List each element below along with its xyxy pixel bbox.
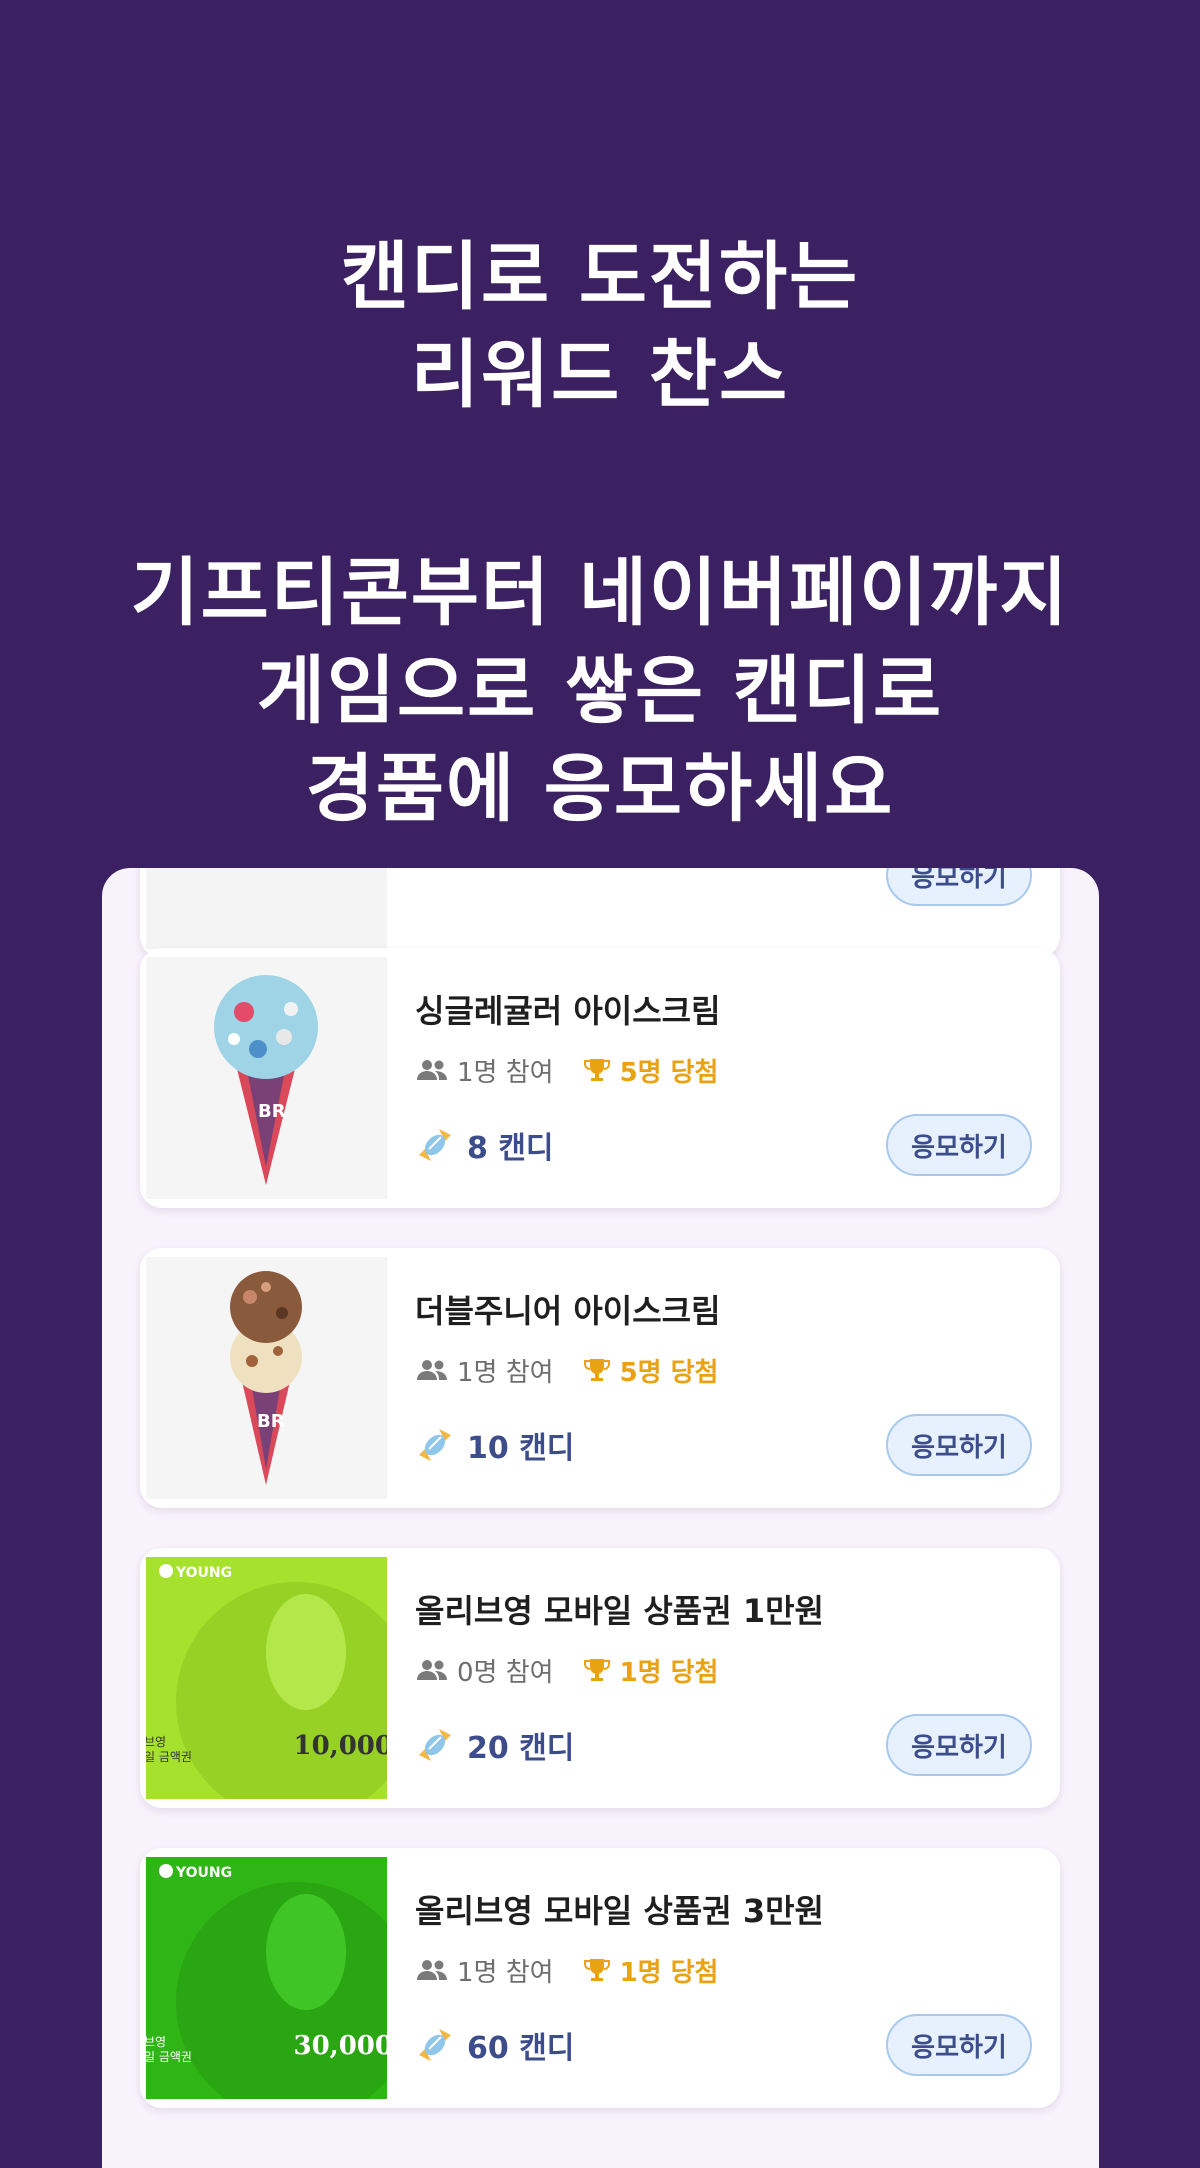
winner-count: 1명 당첨	[619, 1657, 719, 1688]
double-ice-cream-cone-image: BR	[146, 1257, 387, 1499]
prize-card[interactable]: YOUNG 브영 일 금액권 10,000 올리브영 모바일 상품권 1만원 0명…	[140, 1548, 1060, 1808]
gift-card-image: YOUNG 브영 일 금액권 30,000	[146, 1857, 387, 2099]
gift-card-image: YOUNG 브영 일 금액권 10,000	[146, 1557, 387, 1799]
promo-headline: 캔디로 도전하는 리워드 찬스 기프티콘부터 네이버페이까지 게임으로 쌓은 캔…	[0, 228, 1200, 838]
headline-line-1: 캔디로 도전하는	[340, 234, 860, 320]
headline-line-3: 기프티콘부터 네이버페이까지	[130, 550, 1070, 636]
apply-button[interactable]: 응모하기	[886, 1714, 1032, 1776]
trophy-icon	[583, 1659, 610, 1681]
people-icon	[417, 1660, 447, 1680]
prize-cost: 60 캔디	[415, 2025, 575, 2066]
prize-card-peek[interactable]: 응모하기	[140, 868, 1060, 958]
svg-text:BR: BR	[258, 1101, 286, 1122]
participant-count: 1명 참여	[457, 1357, 554, 1388]
trophy-icon	[583, 1059, 610, 1081]
headline-line-2: 리워드 찬스	[410, 332, 790, 418]
candy-cost: 8 캔디	[467, 1131, 554, 1166]
headline-line-4: 게임으로 쌓은 캔디로	[256, 648, 944, 734]
prize-list-panel[interactable]: 응모하기 BR 싱글레귤러 아이스크림 1명 참여 5명 당첨 8 캔디 응모하…	[102, 868, 1099, 2168]
prize-title: 올리브영 모바일 상품권 1만원	[415, 1592, 824, 1630]
gift-card-amount: 10,000	[293, 1731, 387, 1761]
apply-button[interactable]: 응모하기	[886, 1414, 1032, 1476]
candy-cost: 60 캔디	[467, 2031, 575, 2066]
winner-count: 5명 당첨	[619, 1057, 719, 1088]
prize-title: 싱글레귤러 아이스크림	[415, 992, 721, 1030]
participant-count: 0명 참여	[457, 1657, 554, 1688]
prize-cost: 8 캔디	[415, 1125, 554, 1166]
apply-button[interactable]: 응모하기	[886, 2014, 1032, 2076]
prize-meta: 1명 참여 1명 당첨	[415, 1954, 719, 1988]
prize-title: 더블주니어 아이스크림	[415, 1292, 721, 1330]
gift-card-note: 브영 일 금액권	[146, 2035, 192, 2064]
candy-cost: 10 캔디	[467, 1431, 575, 1466]
people-icon	[417, 1060, 447, 1080]
prize-card[interactable]: YOUNG 브영 일 금액권 30,000 올리브영 모바일 상품권 3만원 1명…	[140, 1848, 1060, 2108]
trophy-icon	[583, 1359, 610, 1381]
prize-cost: 10 캔디	[415, 1425, 575, 1466]
gift-card-note: 브영 일 금액권	[146, 1735, 192, 1764]
winner-count: 1명 당첨	[619, 1957, 719, 1988]
participant-count: 1명 참여	[457, 1057, 554, 1088]
prize-title: 올리브영 모바일 상품권 3만원	[415, 1892, 824, 1930]
people-icon	[417, 1960, 447, 1980]
ice-cream-cone-image: BR	[146, 957, 387, 1199]
apply-button[interactable]: 응모하기	[886, 868, 1032, 906]
gift-card-logo: YOUNG	[176, 1565, 233, 1581]
gift-card-logo: YOUNG	[176, 1865, 233, 1881]
svg-text:BR: BR	[257, 1411, 285, 1432]
prize-meta: 1명 참여 5명 당첨	[415, 1354, 719, 1388]
prize-card[interactable]: BR 싱글레귤러 아이스크림 1명 참여 5명 당첨 8 캔디 응모하기	[140, 948, 1060, 1208]
candy-cost: 20 캔디	[467, 1731, 575, 1766]
candy-icon	[419, 2029, 451, 2061]
headline-line-5: 경품에 응모하세요	[305, 746, 895, 832]
participant-count: 1명 참여	[457, 1957, 554, 1988]
prize-cost: 20 캔디	[415, 1725, 575, 1766]
prize-image	[146, 868, 387, 949]
prize-meta: 1명 참여 5명 당첨	[415, 1054, 719, 1088]
candy-icon	[419, 1429, 451, 1461]
candy-icon	[419, 1129, 451, 1161]
candy-icon	[419, 1729, 451, 1761]
winner-count: 5명 당첨	[619, 1357, 719, 1388]
apply-button[interactable]: 응모하기	[886, 1114, 1032, 1176]
gift-card-amount: 30,000	[293, 2031, 387, 2061]
prize-card[interactable]: BR 더블주니어 아이스크림 1명 참여 5명 당첨 10 캔디 응모하기	[140, 1248, 1060, 1508]
people-icon	[417, 1360, 447, 1380]
trophy-icon	[583, 1959, 610, 1981]
prize-meta: 0명 참여 1명 당첨	[415, 1654, 719, 1688]
